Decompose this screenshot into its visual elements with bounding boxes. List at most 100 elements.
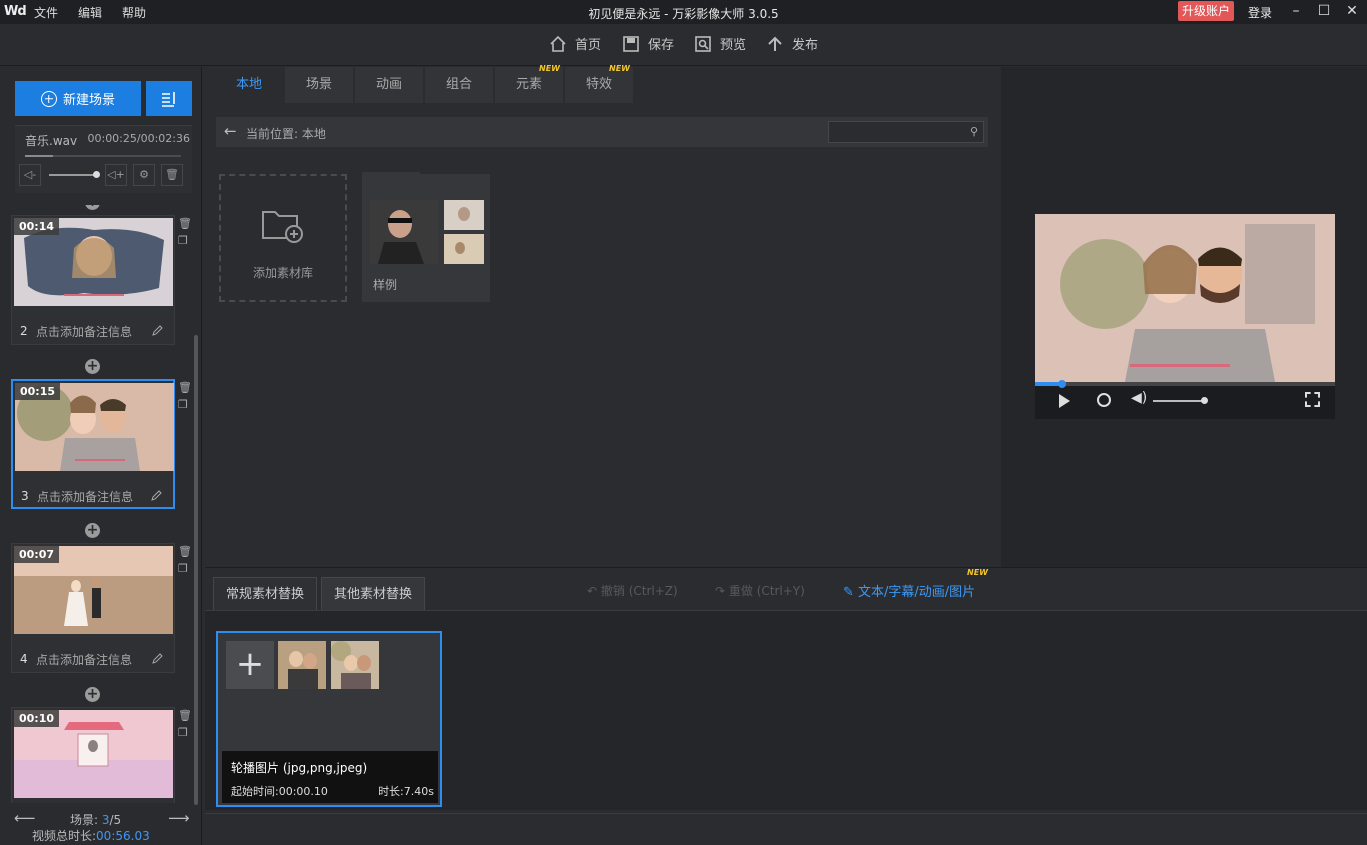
pencil-icon[interactable] [152, 652, 164, 664]
card-duration: 时长:7.40s [378, 785, 434, 798]
material-library: 本地 场景 动画 组合 元素 NEW 特效 NEW ← 当前位置: 本地 ⚲ 添加素… [205, 64, 1000, 567]
gear-icon[interactable]: ⚙ [133, 164, 155, 186]
login-button[interactable]: 登录 [1248, 4, 1272, 21]
new-badge: NEW [967, 568, 988, 577]
tab-other-replace[interactable]: 其他素材替换 [321, 577, 426, 610]
scene-note[interactable]: 点击添加备注信息 [37, 488, 133, 505]
play-icon[interactable] [1059, 394, 1070, 408]
music-time: 00:00:25/00:02:36 [87, 132, 190, 145]
scene-list: + 00:14 2 点击添加备注信息 🗑 ❐ + 00:15 3 [0, 205, 196, 803]
tab-scene[interactable]: 场景 [285, 67, 353, 103]
copy-icon[interactable]: ❐ [178, 724, 190, 741]
home-button[interactable]: 首页 [549, 34, 601, 53]
volume-knob[interactable] [1201, 397, 1208, 404]
music-progress-bar[interactable] [25, 155, 181, 157]
copy-icon[interactable]: ❐ [178, 396, 190, 413]
volume-down-icon[interactable]: ◁- [19, 164, 41, 186]
card-info: 轮播图片 (jpg,png,jpeg) 起始时间:00:00.10 时长:7.4… [222, 751, 438, 803]
tab-local[interactable]: 本地 [215, 67, 283, 103]
video-progress-bar[interactable] [1035, 380, 1335, 388]
trash-icon[interactable]: 🗑 [178, 379, 192, 396]
redo-button[interactable]: ↷ 重做 (Ctrl+Y) [715, 582, 805, 599]
main-toolbar: 首页 保存 预览 发布 [0, 24, 1367, 66]
scene-actions: 🗑 ❐ [178, 215, 192, 249]
new-scene-button[interactable]: 新建场景 [15, 81, 141, 116]
minimize-icon[interactable]: – [1286, 2, 1306, 20]
undo-button[interactable]: ↶ 撤销 (Ctrl+Z) [587, 582, 678, 599]
search-icon[interactable]: ⚲ [970, 125, 978, 138]
copy-icon[interactable]: ❐ [178, 560, 190, 577]
scene-sort-button[interactable] [146, 81, 192, 116]
scene-navigation: ⟵ 场景: 3/5 ⟶ 视频总时长:00:56.03 [0, 805, 200, 845]
pencil-icon: ✎ [843, 585, 854, 600]
scene-card[interactable]: 00:14 2 点击添加备注信息 [11, 215, 175, 345]
carousel-thumbnail-2[interactable] [331, 641, 379, 689]
trash-icon[interactable]: 🗑 [178, 215, 192, 232]
music-name: 音乐.wav [25, 134, 78, 148]
tab-combo[interactable]: 组合 [425, 67, 493, 103]
trash-icon[interactable]: 🗑 [178, 707, 192, 724]
volume-up-icon[interactable]: ◁+ [105, 164, 127, 186]
add-scene-icon[interactable]: + [85, 687, 100, 702]
next-scene-arrow-icon[interactable]: ⟶ [168, 809, 190, 827]
scene-number: 4 [20, 652, 28, 666]
add-scene-icon[interactable]: + [85, 205, 100, 210]
carousel-thumbnail-1[interactable] [278, 641, 326, 689]
volume-slider[interactable] [1153, 400, 1205, 402]
publish-button[interactable]: 发布 [766, 34, 818, 53]
text-caption-edit-button[interactable]: ✎ 文本/字幕/动画/图片 [843, 581, 975, 600]
tab-effects[interactable]: 特效 NEW [565, 64, 633, 103]
prev-scene-arrow-icon[interactable]: ⟵ [14, 809, 36, 827]
tab-element[interactable]: 元素 NEW [495, 64, 563, 103]
replay-icon[interactable] [1097, 393, 1111, 407]
copy-icon[interactable]: ❐ [178, 232, 190, 249]
music-volume-slider[interactable] [49, 171, 100, 178]
scene-panel: 新建场景 音乐.wav 00:00:25/00:02:36 ◁- ◁+ ⚙ 🗑 … [0, 67, 202, 845]
volume-icon[interactable]: ◀) [1131, 390, 1147, 406]
maximize-icon[interactable]: ☐ [1314, 2, 1334, 20]
music-track: 音乐.wav 00:00:25/00:02:36 ◁- ◁+ ⚙ 🗑 [15, 125, 192, 193]
scene-note[interactable]: 点击添加备注信息 [36, 323, 132, 340]
upgrade-account-button[interactable]: 升级账户 [1178, 1, 1234, 21]
video-total-duration: 视频总时长:00:56.03 [32, 829, 150, 843]
video-preview[interactable] [1035, 214, 1335, 382]
trash-icon[interactable]: 🗑 [178, 543, 192, 560]
video-controls: ◀) [1035, 380, 1335, 419]
folder-thumbnail [370, 200, 484, 264]
save-button[interactable]: 保存 [622, 34, 674, 53]
add-library-label: 添加素材库 [252, 266, 313, 280]
scene-card[interactable]: 00:10 [11, 707, 175, 803]
add-image-button[interactable]: + [226, 641, 274, 689]
save-label: 保存 [648, 38, 675, 53]
scene-card-active[interactable]: 00:15 3 点击添加备注信息 [11, 379, 175, 509]
new-scene-label: 新建场景 [62, 93, 115, 108]
back-arrow-icon[interactable]: ← [224, 122, 237, 140]
scene-duration: 00:10 [14, 710, 60, 727]
carousel-image-card[interactable]: + 轮播图片 (jpg,png,jpeg) 起始时间:00:00.10 时长:7… [216, 631, 442, 807]
scene-actions: 🗑 ❐ [178, 379, 192, 413]
pencil-icon[interactable] [152, 324, 164, 336]
add-library-button[interactable]: 添加素材库 [219, 174, 347, 302]
scene-card[interactable]: 00:07 4 点击添加备注信息 [11, 543, 175, 673]
new-badge: NEW [609, 64, 630, 73]
add-scene-icon[interactable]: + [85, 359, 100, 374]
trash-icon[interactable]: 🗑 [161, 164, 183, 186]
list-sort-icon [162, 91, 175, 107]
close-icon[interactable]: ✕ [1342, 2, 1362, 20]
folder-add-icon [262, 211, 303, 243]
preview-button[interactable]: 预览 [694, 34, 746, 53]
scene-list-scrollbar[interactable] [194, 335, 198, 805]
scene-note[interactable]: 点击添加备注信息 [36, 651, 132, 668]
window-title: 初见便是永远 - 万彩影像大师 3.0.5 [588, 7, 779, 21]
tab-animation[interactable]: 动画 [355, 67, 423, 103]
pencil-icon[interactable] [151, 489, 163, 501]
library-search-input[interactable]: ⚲ [828, 121, 984, 143]
replace-workarea: + 轮播图片 (jpg,png,jpeg) 起始时间:00:00.10 时长:7… [205, 610, 1367, 810]
horizontal-scrollbar[interactable] [205, 813, 1367, 825]
scene-duration: 00:14 [14, 218, 60, 235]
fullscreen-icon[interactable] [1305, 392, 1320, 407]
add-scene-icon[interactable]: + [85, 523, 100, 538]
replace-panel: 常规素材替换 其他素材替换 ↶ 撤销 (Ctrl+Z) ↷ 重做 (Ctrl+Y… [205, 567, 1367, 845]
tab-normal-replace[interactable]: 常规素材替换 [213, 577, 318, 610]
sample-folder[interactable]: 样例 [362, 172, 490, 302]
